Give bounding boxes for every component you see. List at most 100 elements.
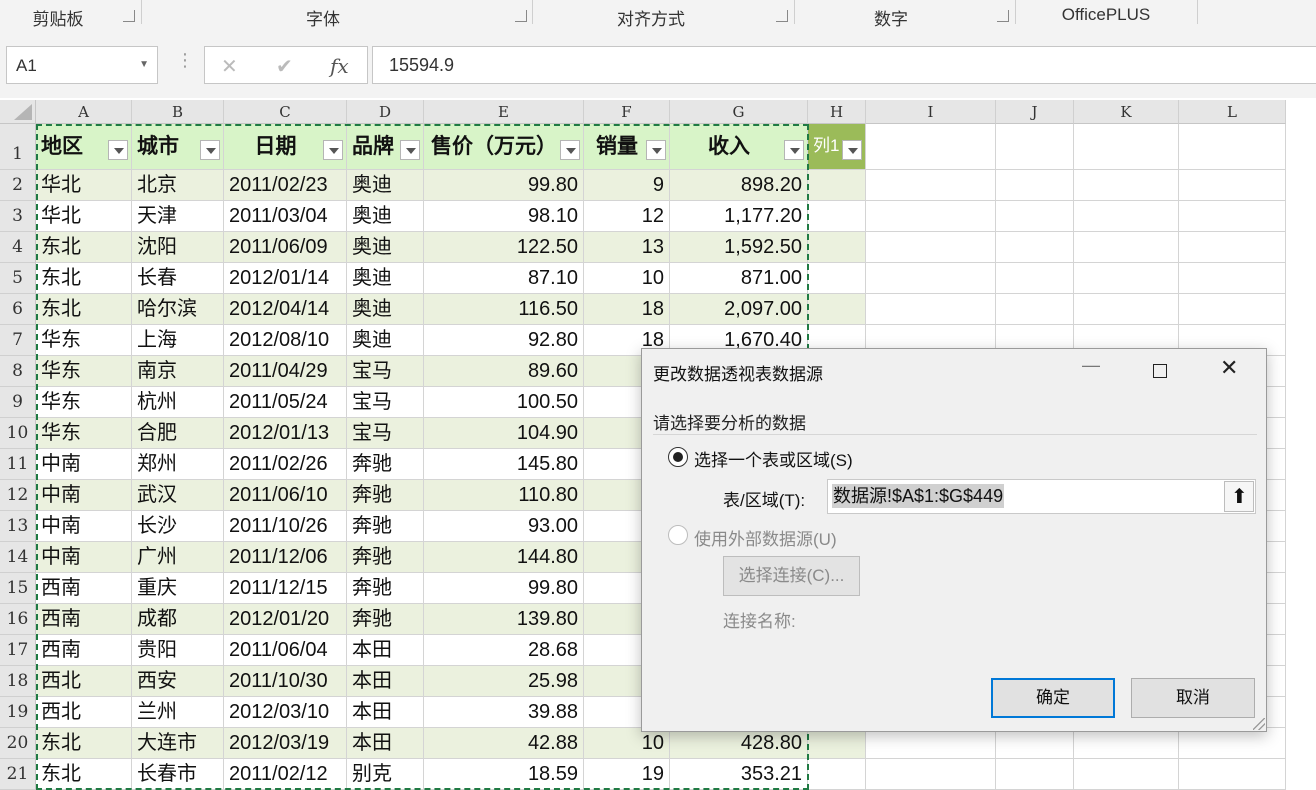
table-cell[interactable]: 122.50 [424,232,584,263]
table-cell[interactable]: 116.50 [424,294,584,325]
row-header[interactable]: 6 [0,294,36,325]
table-cell[interactable]: 2012/01/13 [224,418,347,449]
table-cell[interactable]: 2,097.00 [670,294,808,325]
table-cell[interactable]: 奔驰 [347,480,424,511]
cell[interactable] [1179,124,1286,170]
cell[interactable] [996,759,1074,790]
choose-connection-button[interactable]: 选择连接(C)... [723,556,860,596]
table-cell[interactable]: 重庆 [132,573,224,604]
table-cell[interactable]: 87.10 [424,263,584,294]
table-cell[interactable]: 2012/03/10 [224,697,347,728]
table-cell[interactable]: 19 [584,759,670,790]
column-header-g[interactable]: G [670,100,808,124]
row-header[interactable]: 21 [0,759,36,790]
table-cell[interactable]: 144.80 [424,542,584,573]
font-launcher-icon[interactable] [515,10,527,22]
row-header[interactable]: 17 [0,635,36,666]
row-header[interactable]: 18 [0,666,36,697]
table-cell[interactable]: 99.80 [424,573,584,604]
table-cell[interactable] [808,759,866,790]
cell[interactable] [1074,728,1179,759]
filter-dropdown-icon[interactable] [784,140,804,160]
table-cell[interactable]: 2011/10/26 [224,511,347,542]
table-cell[interactable]: 2012/08/10 [224,325,347,356]
table-cell[interactable]: 长春 [132,263,224,294]
table-cell[interactable]: 奥迪 [347,263,424,294]
table-cell[interactable]: 1,177.20 [670,201,808,232]
cell[interactable] [1074,294,1179,325]
table-cell[interactable]: 本田 [347,697,424,728]
table-cell[interactable]: 2012/03/19 [224,728,347,759]
table-cell[interactable]: 428.80 [670,728,808,759]
cell[interactable] [996,170,1074,201]
table-cell[interactable]: 93.00 [424,511,584,542]
table-cell[interactable]: 奥迪 [347,201,424,232]
table-cell[interactable]: 18 [584,294,670,325]
row-header[interactable]: 15 [0,573,36,604]
table-cell[interactable]: 奥迪 [347,170,424,201]
header-cell[interactable]: 城市 [132,124,224,170]
cell[interactable] [866,232,996,263]
table-cell[interactable]: 2011/10/30 [224,666,347,697]
column-header-c[interactable]: C [224,100,347,124]
table-cell[interactable]: 中南 [36,449,132,480]
row-header[interactable]: 19 [0,697,36,728]
row-header[interactable]: 9 [0,387,36,418]
table-cell[interactable]: 东北 [36,263,132,294]
header-cell[interactable]: 地区 [36,124,132,170]
cell[interactable] [1179,759,1286,790]
table-cell[interactable]: 2012/01/20 [224,604,347,635]
row-header[interactable]: 8 [0,356,36,387]
insert-function-icon[interactable]: fx [330,54,349,78]
table-cell[interactable]: 2012/01/14 [224,263,347,294]
table-cell[interactable]: 南京 [132,356,224,387]
table-cell[interactable]: 中南 [36,480,132,511]
table-cell[interactable]: 广州 [132,542,224,573]
table-cell[interactable]: 1,592.50 [670,232,808,263]
table-cell[interactable]: 28.68 [424,635,584,666]
table-cell[interactable]: 42.88 [424,728,584,759]
table-cell[interactable] [808,263,866,294]
cell[interactable] [866,124,996,170]
table-cell[interactable]: 武汉 [132,480,224,511]
table-cell[interactable]: 宝马 [347,418,424,449]
splitter-dots-icon[interactable]: ⋮ [176,50,194,71]
table-cell[interactable] [808,294,866,325]
table-cell[interactable]: 39.88 [424,697,584,728]
table-cell[interactable]: 中南 [36,542,132,573]
table-cell[interactable]: 奔驰 [347,542,424,573]
table-cell[interactable]: 99.80 [424,170,584,201]
cell[interactable] [866,170,996,201]
table-cell[interactable]: 别克 [347,759,424,790]
option-select-table-label[interactable]: 选择一个表或区域(S) [694,446,853,471]
row-header[interactable]: 7 [0,325,36,356]
row-header[interactable]: 1 [0,124,36,170]
table-cell[interactable]: 沈阳 [132,232,224,263]
table-cell[interactable]: 奔驰 [347,604,424,635]
table-cell[interactable]: 长沙 [132,511,224,542]
row-header[interactable]: 13 [0,511,36,542]
row-header[interactable]: 14 [0,542,36,573]
row-header[interactable]: 20 [0,728,36,759]
table-cell[interactable]: 2011/12/06 [224,542,347,573]
table-cell[interactable]: 兰州 [132,697,224,728]
row-header[interactable]: 12 [0,480,36,511]
table-cell[interactable]: 2012/04/14 [224,294,347,325]
table-cell[interactable]: 华东 [36,356,132,387]
row-header[interactable]: 2 [0,170,36,201]
table-cell[interactable]: 东北 [36,294,132,325]
cell[interactable] [996,728,1074,759]
row-header[interactable]: 16 [0,604,36,635]
table-cell[interactable]: 成都 [132,604,224,635]
table-cell[interactable]: 奔驰 [347,573,424,604]
table-cell[interactable]: 杭州 [132,387,224,418]
table-cell[interactable]: 本田 [347,635,424,666]
table-cell[interactable]: 12 [584,201,670,232]
table-cell[interactable]: 上海 [132,325,224,356]
radio-select-table[interactable] [668,447,688,467]
filter-dropdown-icon[interactable] [560,140,580,160]
filter-dropdown-icon[interactable] [108,140,128,160]
table-cell[interactable]: 2011/02/23 [224,170,347,201]
table-cell[interactable]: 本田 [347,666,424,697]
table-cell[interactable]: 西南 [36,635,132,666]
